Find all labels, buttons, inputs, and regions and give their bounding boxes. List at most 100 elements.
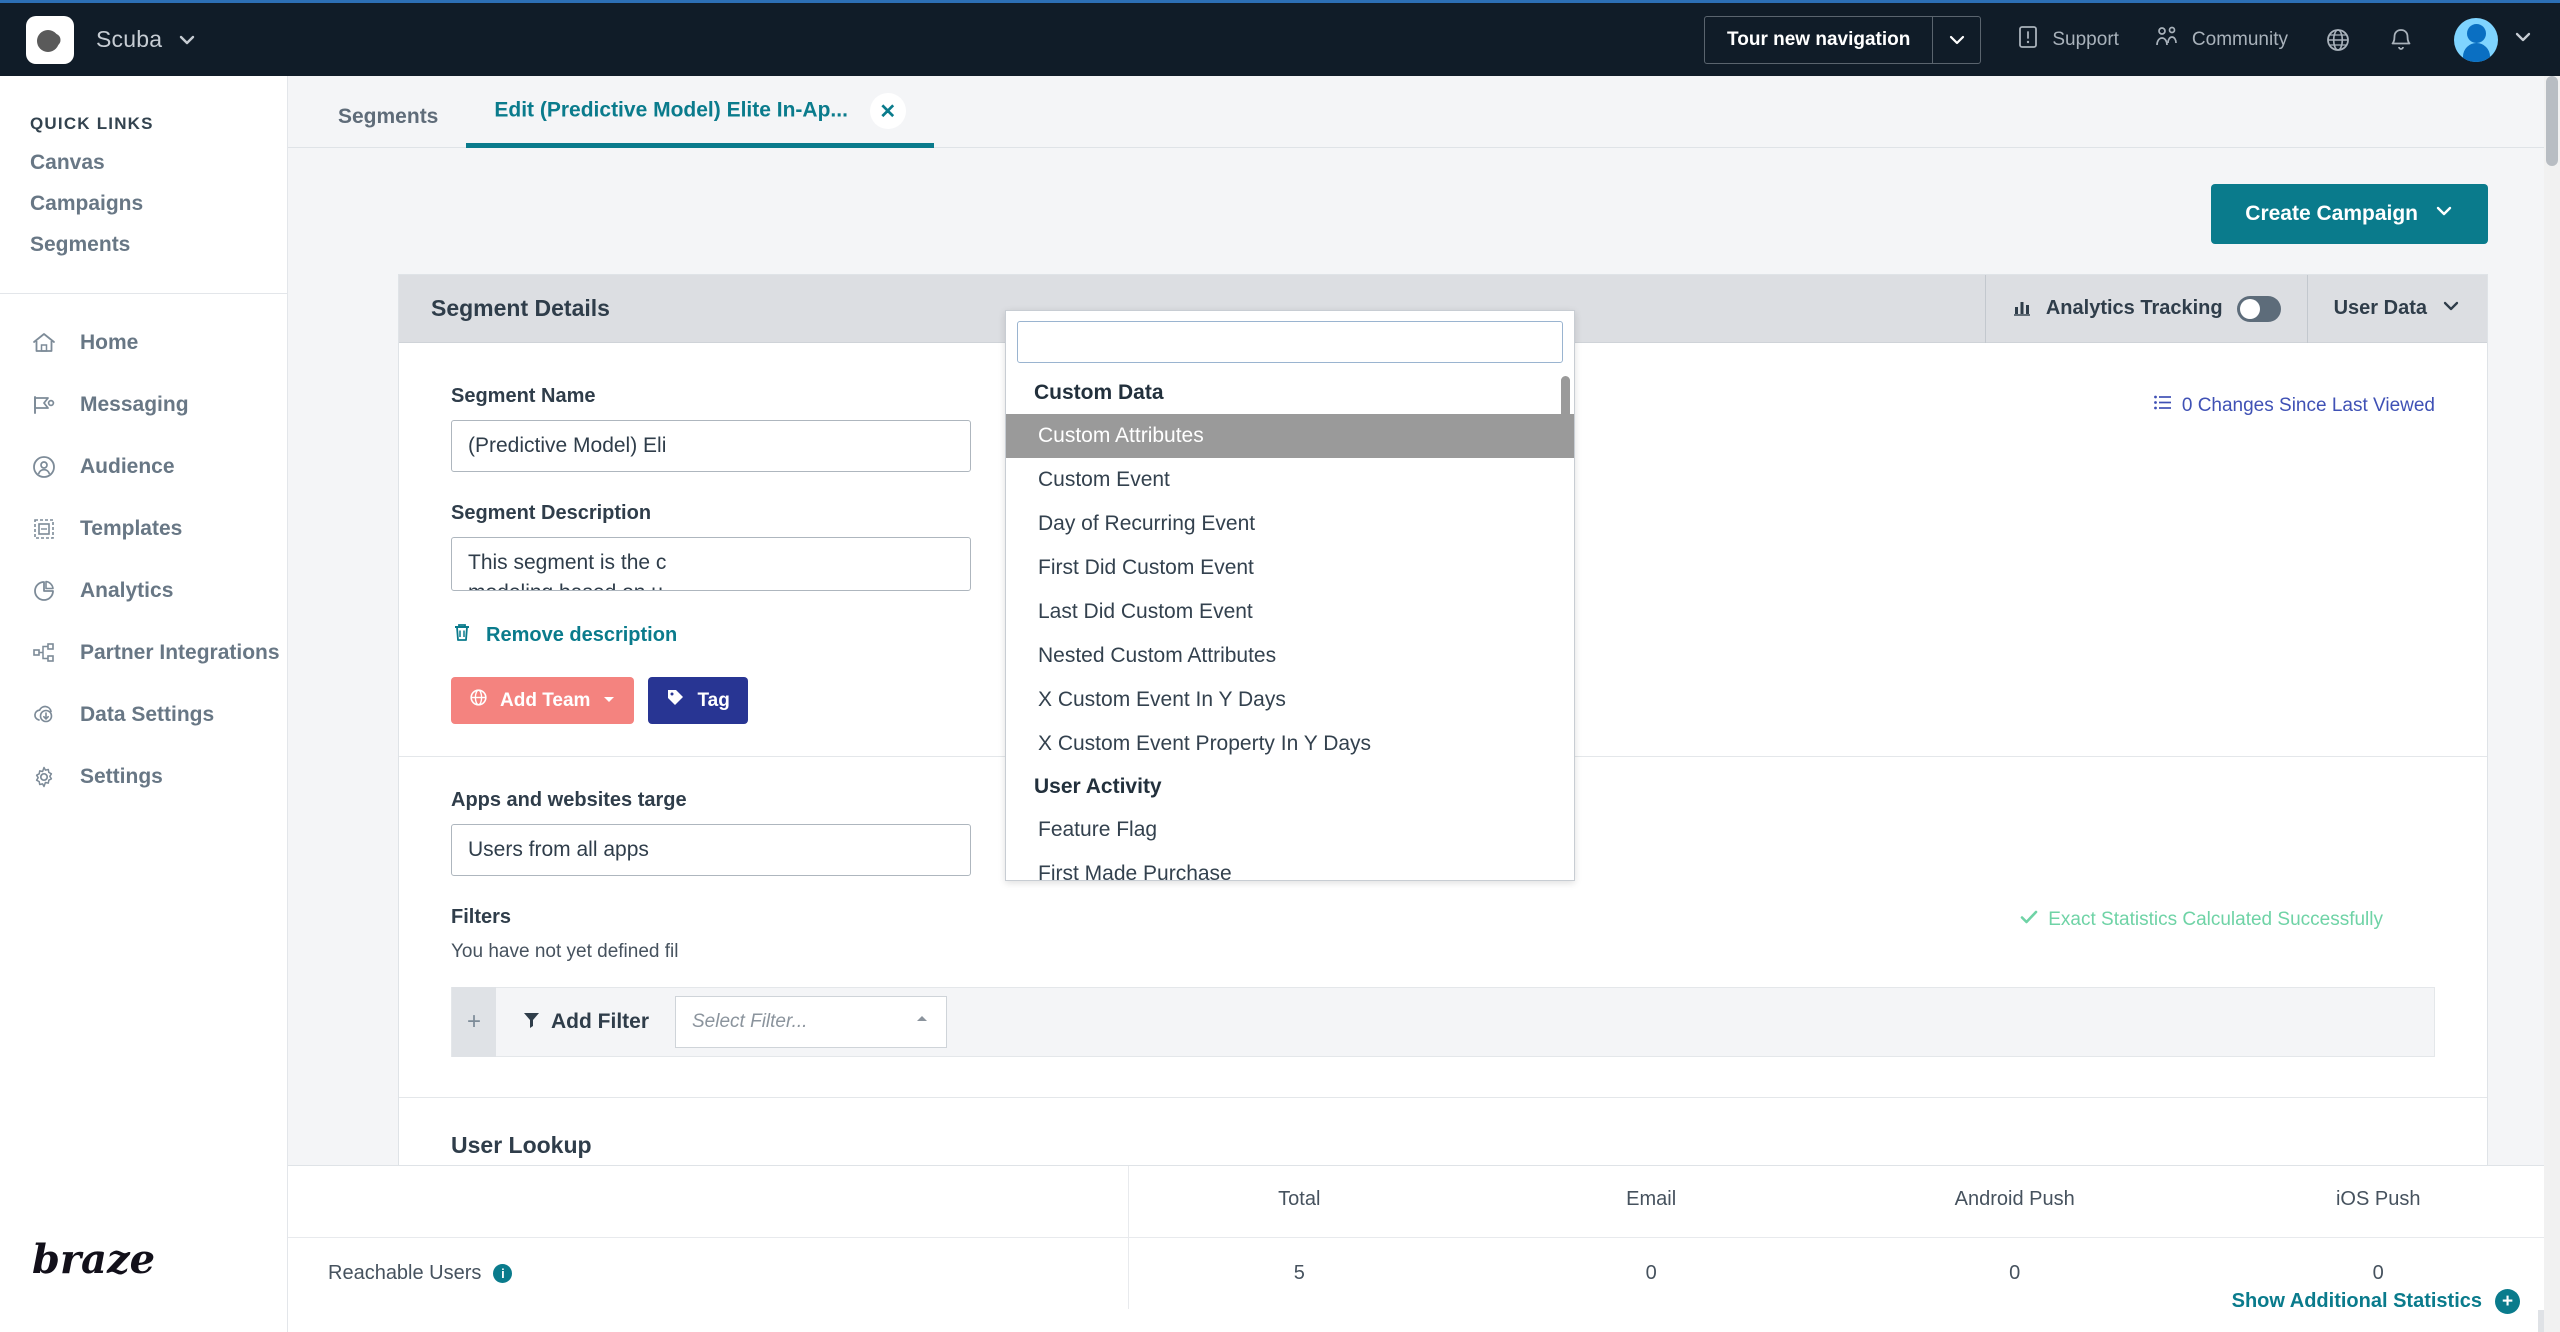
option-x-custom-event-in-y-days[interactable]: X Custom Event In Y Days bbox=[1006, 678, 1574, 722]
add-team-button[interactable]: Add Team bbox=[451, 677, 635, 724]
svg-text:braze: braze bbox=[32, 1236, 155, 1283]
tab-edit-segment[interactable]: Edit (Predictive Model) Elite In-Ap... ✕ bbox=[466, 93, 935, 148]
workspace-name: Scuba bbox=[96, 26, 163, 52]
segment-name-input[interactable]: (Predictive Model) Eli bbox=[451, 420, 971, 472]
megaphone-icon bbox=[30, 391, 58, 419]
braze-logo-icon bbox=[26, 15, 74, 64]
option-custom-event[interactable]: Custom Event bbox=[1006, 458, 1574, 502]
page-scrollbar[interactable] bbox=[2544, 76, 2560, 1332]
pie-chart-icon bbox=[30, 577, 58, 605]
workspace-switcher[interactable]: Scuba bbox=[0, 15, 198, 64]
dropdown-scrollbar[interactable] bbox=[1561, 376, 1570, 432]
sidebar-item-label: Templates bbox=[80, 517, 183, 540]
sidebar-item-canvas[interactable]: Canvas bbox=[0, 134, 287, 175]
sidebar-item-home[interactable]: Home bbox=[0, 312, 287, 374]
tag-button[interactable]: Tag bbox=[648, 677, 748, 724]
sidebar-item-analytics[interactable]: Analytics bbox=[0, 560, 287, 622]
scrollbar-thumb[interactable] bbox=[2546, 76, 2558, 166]
home-icon bbox=[30, 329, 58, 357]
tab-bar: Segments Edit (Predictive Model) Elite I… bbox=[288, 76, 2560, 148]
tour-new-navigation-group[interactable]: Tour new navigation bbox=[1704, 15, 1982, 64]
option-nested-custom-attributes[interactable]: Nested Custom Attributes bbox=[1006, 634, 1574, 678]
user-circle-icon bbox=[30, 453, 58, 481]
sidebar-item-settings[interactable]: Settings bbox=[0, 746, 287, 808]
analytics-tracking-label: Analytics Tracking bbox=[2045, 297, 2223, 319]
option-last-did-custom-event[interactable]: Last Did Custom Event bbox=[1006, 590, 1574, 634]
sidebar-item-label: Audience bbox=[80, 455, 175, 478]
sidebar-item-label: Home bbox=[80, 331, 139, 354]
close-icon[interactable]: ✕ bbox=[869, 93, 906, 129]
plus-circle-icon: + bbox=[2495, 1289, 2520, 1314]
select-filter-placeholder: Select Filter... bbox=[692, 1011, 808, 1032]
option-day-of-recurring-event[interactable]: Day of Recurring Event bbox=[1006, 502, 1574, 546]
statistics-panel: Total Email Android Push iOS Push Reacha… bbox=[288, 1165, 2560, 1332]
analytics-tracking-toggle[interactable] bbox=[2236, 295, 2281, 322]
info-icon[interactable]: i bbox=[493, 1264, 513, 1283]
bar-chart-icon bbox=[2012, 296, 2032, 322]
segment-description-textarea[interactable]: This segment is the c modeling based on … bbox=[451, 537, 971, 591]
sidebar-item-audience[interactable]: Audience bbox=[0, 436, 287, 498]
sidebar-divider bbox=[0, 293, 287, 294]
table-row: Reachable Users i 5 0 0 0 bbox=[288, 1237, 2560, 1309]
select-filter-dropdown[interactable]: Select Filter... bbox=[675, 996, 947, 1048]
tour-chevron-down-icon[interactable] bbox=[1932, 16, 1980, 63]
user-data-dropdown[interactable]: User Data bbox=[2306, 274, 2487, 343]
community-label: Community bbox=[2191, 28, 2288, 50]
add-filter-plus-icon[interactable]: + bbox=[452, 987, 496, 1057]
tab-segments[interactable]: Segments bbox=[310, 105, 466, 147]
show-additional-statistics-button[interactable]: Show Additional Statistics + bbox=[2232, 1289, 2520, 1314]
sidebar-item-data-settings[interactable]: Data Settings bbox=[0, 684, 287, 746]
tag-label: Tag bbox=[697, 689, 730, 711]
chevron-down-icon[interactable] bbox=[176, 29, 198, 51]
add-team-label: Add Team bbox=[500, 689, 591, 711]
cell-android-push: 0 bbox=[2009, 1262, 2021, 1284]
tour-new-navigation-button[interactable]: Tour new navigation bbox=[1705, 17, 1932, 63]
option-first-made-purchase[interactable]: First Made Purchase bbox=[1006, 852, 1574, 880]
user-lookup-title: User Lookup bbox=[451, 1132, 592, 1158]
user-account-menu[interactable] bbox=[2454, 17, 2534, 62]
option-first-did-custom-event[interactable]: First Did Custom Event bbox=[1006, 546, 1574, 590]
sidebar-item-templates[interactable]: Templates bbox=[0, 498, 287, 560]
sidebar-item-label: Partner Integrations bbox=[80, 641, 280, 664]
option-group-header: Custom Data bbox=[1034, 381, 1164, 404]
col-blank bbox=[288, 1166, 1130, 1238]
chevron-down-icon bbox=[2441, 296, 2461, 322]
analytics-tracking-control[interactable]: Analytics Tracking bbox=[1984, 274, 2307, 343]
create-campaign-button[interactable]: Create Campaign bbox=[2211, 184, 2488, 244]
sidebar-item-label: Data Settings bbox=[80, 703, 215, 726]
option-x-custom-event-property-in-y-days[interactable]: X Custom Event Property In Y Days bbox=[1006, 722, 1574, 766]
support-link[interactable]: Support bbox=[2015, 24, 2119, 56]
cell-total: 5 bbox=[1293, 1262, 1305, 1284]
chevron-down-icon bbox=[2434, 201, 2454, 227]
changes-since-last-viewed-link[interactable]: 0 Changes Since Last Viewed bbox=[2153, 393, 2435, 418]
bell-icon[interactable] bbox=[2388, 26, 2414, 54]
avatar-chevron-down-icon[interactable] bbox=[2512, 26, 2534, 53]
avatar bbox=[2454, 17, 2498, 62]
template-icon bbox=[30, 515, 58, 543]
sidebar-item-label: Settings bbox=[80, 765, 163, 788]
filter-search-input[interactable] bbox=[1017, 321, 1563, 363]
sidebar-item-campaigns[interactable]: Campaigns bbox=[0, 175, 287, 216]
apps-targeted-select[interactable]: Users from all apps bbox=[451, 824, 971, 876]
option-custom-attributes[interactable]: Custom Attributes bbox=[1006, 414, 1574, 458]
caret-down-icon bbox=[602, 690, 616, 712]
option-feature-flag[interactable]: Feature Flag bbox=[1006, 808, 1574, 852]
sidebar-item-partner-integrations[interactable]: Partner Integrations bbox=[0, 622, 287, 684]
network-icon bbox=[30, 639, 58, 667]
sidebar-item-segments[interactable]: Segments bbox=[0, 216, 287, 257]
filter-options-list[interactable]: Custom Data Custom Attributes Custom Eve… bbox=[1006, 372, 1574, 880]
community-link[interactable]: Community bbox=[2153, 24, 2288, 56]
remove-description-label: Remove description bbox=[486, 623, 678, 646]
tag-icon bbox=[666, 688, 685, 713]
trash-icon bbox=[451, 621, 473, 649]
globe-icon[interactable] bbox=[2324, 26, 2352, 54]
statistics-table: Total Email Android Push iOS Push Reacha… bbox=[288, 1166, 2560, 1309]
add-filter-button[interactable]: Add Filter bbox=[496, 1010, 675, 1035]
user-lookup-section: User Lookup Check if a user matches the … bbox=[451, 1098, 2435, 1165]
top-bar-actions: Tour new navigation Support Community bbox=[1704, 15, 2560, 64]
sidebar-item-messaging[interactable]: Messaging bbox=[0, 374, 287, 436]
status-label: Exact Statistics Calculated Successfully bbox=[2048, 909, 2383, 930]
list-icon bbox=[2153, 393, 2172, 418]
create-campaign-label: Create Campaign bbox=[2245, 202, 2418, 225]
sidebar: QUICK LINKS Canvas Campaigns Segments Ho… bbox=[0, 76, 288, 1332]
